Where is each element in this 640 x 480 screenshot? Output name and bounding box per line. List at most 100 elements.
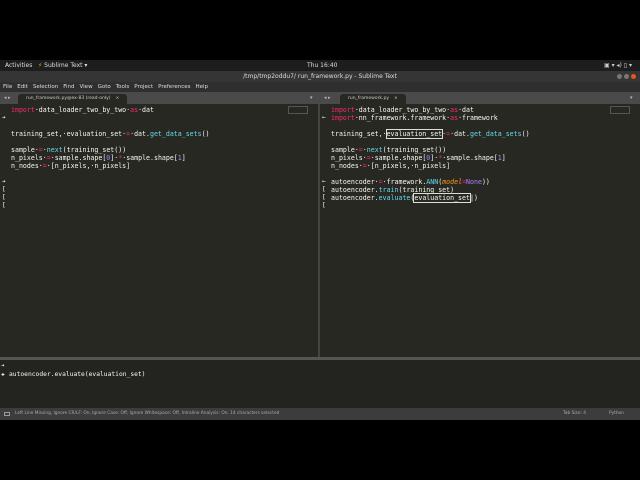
- code-token: (training_set()): [382, 146, 447, 154]
- minimap[interactable]: [288, 106, 308, 114]
- activities-button[interactable]: Activities: [5, 60, 32, 71]
- code-line[interactable]: n_pixels·=·sample.shape[0]·*·sample.shap…: [11, 154, 186, 162]
- code-line[interactable]: import·nn_framework.framework·as·framewo…: [331, 114, 498, 122]
- maximize-button[interactable]: [624, 74, 629, 79]
- code-token: as: [450, 114, 459, 122]
- tab-dropdown-left[interactable]: ▾: [310, 92, 313, 104]
- code-token: import: [11, 106, 35, 114]
- window-title: /tmp/tmp2oddu7/ run_framework.py - Subli…: [243, 73, 397, 80]
- code-token: |): [469, 194, 478, 202]
- code-token: ]: [181, 154, 186, 162]
- code-token: training_set,·: [331, 130, 387, 138]
- close-tab-icon[interactable]: ×: [394, 96, 398, 101]
- tab-label: run_framework.py: [348, 96, 389, 101]
- code-line[interactable]: autoencoder.evaluate(evaluation_set|): [331, 193, 478, 203]
- code-token: (training_set): [398, 186, 455, 194]
- code-line[interactable]: n_pixels·=·sample.shape[0]·*·sample.shap…: [331, 154, 506, 162]
- code-token: autoencoder.: [331, 194, 379, 202]
- close-button[interactable]: [631, 74, 636, 79]
- menu-bar: File Edit Selection Find View Goto Tools Projec…: [0, 82, 640, 92]
- code-line[interactable]: autoencoder·=·framework.ANN(model=None)): [331, 178, 490, 186]
- diff-output-panel[interactable]: ➔ autoencoder.evaluate(evaluation_set) ✚: [0, 360, 640, 408]
- tab-right-file[interactable]: run_framework.py ×: [340, 94, 406, 104]
- tab-scroll-arrows-left[interactable]: ◂ ▸: [4, 92, 11, 104]
- code-token: ·framework: [458, 114, 498, 122]
- minimap[interactable]: [610, 106, 630, 114]
- close-tab-icon[interactable]: ×: [116, 96, 120, 101]
- code-token: sample·: [11, 146, 39, 154]
- menu-edit[interactable]: Edit: [17, 82, 28, 92]
- tab-left-file[interactable]: run_framework.py@ex-83 (read-only) ×: [18, 94, 128, 104]
- code-line[interactable]: training_set,·evaluation_set·=·dat.get_d…: [11, 130, 210, 138]
- gutter-marker: [: [322, 202, 326, 209]
- code-token: ·data_loader_two_by_two·: [34, 106, 131, 114]
- code-line[interactable]: import·data_loader_two_by_two·as·dat: [331, 106, 474, 114]
- code-token: ·[n_pixels,·n_pixels]: [366, 162, 451, 170]
- menu-tools[interactable]: Tools: [116, 82, 130, 92]
- code-token: None: [466, 178, 482, 186]
- code-token: evaluation_set: [385, 129, 444, 139]
- code-token: (): [201, 130, 210, 138]
- code-token: ·sample.shape[: [442, 154, 498, 162]
- code-token: n_nodes·: [331, 162, 363, 170]
- menu-selection[interactable]: Selection: [33, 82, 58, 92]
- tab-label: run_framework.py@ex-83 (read-only): [26, 96, 111, 101]
- app-menu-label: Sublime Text ▾: [44, 62, 88, 69]
- tab-dropdown-right[interactable]: ▾: [630, 92, 633, 104]
- code-line[interactable]: n_nodes·=·[n_pixels,·n_pixels]: [11, 162, 130, 170]
- gutter-marker: [: [2, 186, 6, 193]
- code-token: get_data_sets: [149, 130, 202, 138]
- code-token: ·sample.shape[: [370, 154, 427, 162]
- code-line[interactable]: autoencoder.train(training_set): [331, 186, 454, 194]
- code-token: ·data_loader_two_by_two·: [354, 106, 451, 114]
- code-line[interactable]: n_nodes·=·[n_pixels,·n_pixels]: [331, 162, 450, 170]
- gnome-top-bar: Activities ⚡ Sublime Text ▾ Thu 16:40 ▣ …: [0, 60, 640, 71]
- right-editor-pane[interactable]: import·data_loader_two_by_two·as·dat ← imp…: [320, 104, 640, 357]
- code-line[interactable]: training_set,·evaluation_set·=·dat.get_d…: [331, 129, 530, 139]
- code-line[interactable]: sample·=·next(training_set()): [11, 146, 126, 154]
- code-token: ·[n_pixels,·n_pixels]: [46, 162, 131, 170]
- gutter-marker: ➔: [2, 114, 6, 121]
- code-token: n_pixels·: [331, 154, 367, 162]
- code-token: train: [378, 186, 399, 194]
- code-token: autoencoder·: [331, 178, 379, 186]
- status-bar: Left Line Missing, Ignore CR/LF: On, Ign…: [0, 408, 640, 420]
- gutter-marker: [: [2, 202, 6, 209]
- left-editor-pane[interactable]: import·data_loader_two_by_two·as·dat ➔ tra…: [0, 104, 318, 357]
- app-menu[interactable]: ⚡ Sublime Text ▾: [38, 60, 87, 71]
- sublime-icon: ⚡: [38, 62, 43, 69]
- menu-view[interactable]: View: [80, 82, 93, 92]
- menu-file[interactable]: File: [3, 82, 12, 92]
- panel-toggle-icon[interactable]: [4, 412, 10, 416]
- syntax-selector[interactable]: Python: [609, 408, 624, 420]
- code-line[interactable]: sample·=·next(training_set()): [331, 146, 446, 154]
- code-line[interactable]: import·data_loader_two_by_two·as·dat: [11, 106, 154, 114]
- code-token: (training_set()): [62, 146, 127, 154]
- menu-goto[interactable]: Goto: [98, 82, 111, 92]
- tab-size-selector[interactable]: Tab Size: 4: [563, 408, 586, 420]
- window-titlebar: /tmp/tmp2oddu7/ run_framework.py - Subli…: [0, 71, 640, 82]
- tab-scroll-arrows-right[interactable]: ◂ ▸: [324, 92, 331, 104]
- code-token: import: [331, 106, 355, 114]
- code-token: next: [46, 146, 63, 154]
- code-token: evaluation_set: [413, 193, 471, 203]
- code-token: ANN: [426, 178, 439, 186]
- panel-line[interactable]: autoencoder.evaluate(evaluation_set): [9, 371, 145, 379]
- status-message: Left Line Missing, Ignore CR/LF: On, Ign…: [15, 411, 280, 416]
- code-token: ·dat.: [130, 130, 150, 138]
- minimize-button[interactable]: [617, 74, 622, 79]
- clock[interactable]: Thu 16:40: [307, 60, 337, 71]
- code-token: ·dat.: [450, 130, 470, 138]
- code-token: autoencoder.: [331, 186, 379, 194]
- code-token: ]: [501, 154, 506, 162]
- menu-preferences[interactable]: Preferences: [158, 82, 190, 92]
- code-token: evaluate: [378, 194, 411, 202]
- code-token: next: [366, 146, 383, 154]
- code-token: ·dat: [138, 106, 154, 114]
- panel-gutter-marker: ➔: [1, 362, 5, 369]
- menu-help[interactable]: Help: [195, 82, 208, 92]
- system-tray[interactable]: ▣ ▾ ◂) ▯ ▾: [604, 60, 632, 71]
- menu-project[interactable]: Project: [134, 82, 153, 92]
- menu-find[interactable]: Find: [63, 82, 74, 92]
- gutter-marker: [: [322, 186, 326, 193]
